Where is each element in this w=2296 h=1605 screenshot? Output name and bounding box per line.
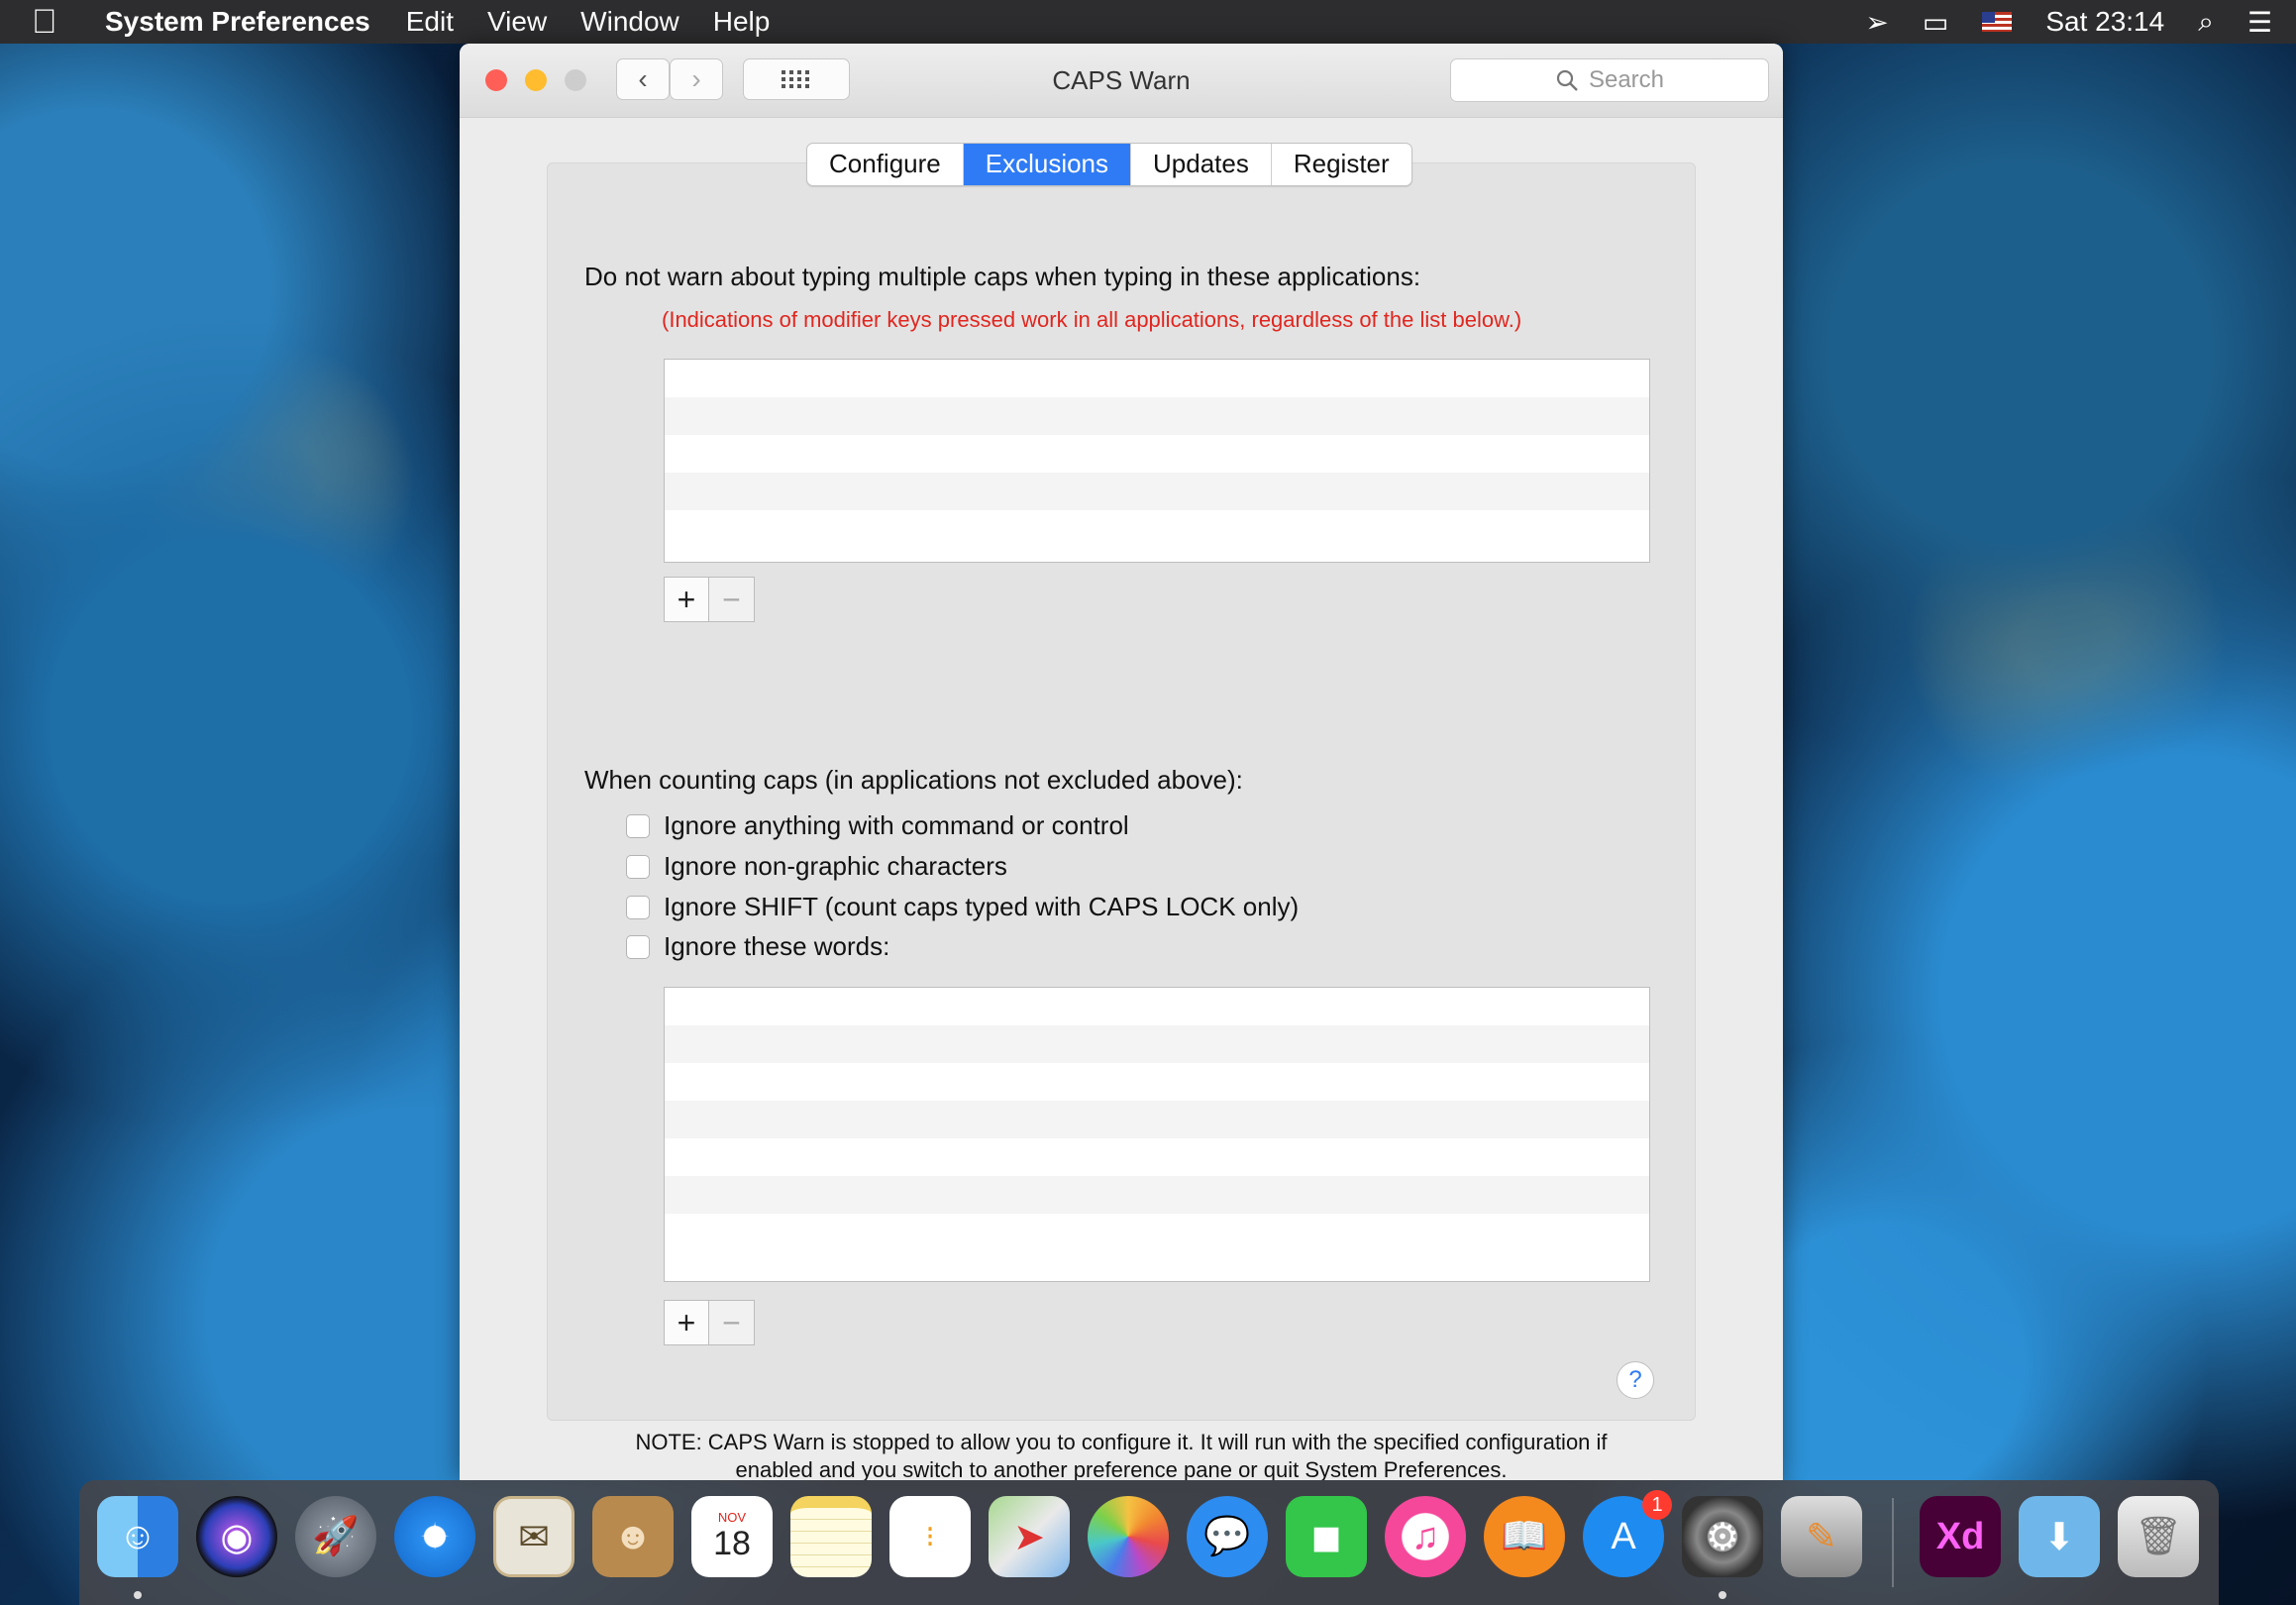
remove-app-button[interactable]: − <box>709 577 755 622</box>
messages-icon[interactable]: 💬 <box>1187 1496 1268 1577</box>
menu-window[interactable]: Window <box>580 6 679 38</box>
spotlight-search-icon[interactable]: ⌕ <box>2198 6 2214 39</box>
search-placeholder: Search <box>1588 66 1665 93</box>
add-word-button[interactable]: + <box>664 1300 709 1345</box>
excluded-apps-heading: Do not warn about typing multiple caps w… <box>584 262 1421 291</box>
tab-updates[interactable]: Updates <box>1131 144 1272 185</box>
reminders-icon[interactable]: ⁝ <box>889 1496 971 1577</box>
checkbox[interactable] <box>626 895 650 919</box>
photos-icon[interactable] <box>1088 1496 1169 1577</box>
maps-icon[interactable]: ➤ <box>989 1496 1070 1577</box>
checkbox[interactable] <box>626 813 650 838</box>
option-label: Ignore these words: <box>664 931 890 961</box>
pencil-ruler-icon[interactable]: ✎ <box>1781 1496 1862 1577</box>
forward-button[interactable]: › <box>670 58 723 100</box>
remove-word-button[interactable]: − <box>709 1300 755 1345</box>
chevron-left-icon: ‹ <box>638 63 648 94</box>
safari-compass-icon[interactable]: ✦ <box>394 1496 475 1577</box>
notification-center-icon[interactable]: ☰ <box>2247 6 2272 39</box>
add-app-button[interactable]: + <box>664 577 709 622</box>
calendar-day: 18 <box>713 1525 751 1562</box>
launchpad-rocket-icon[interactable]: 🚀 <box>295 1496 376 1577</box>
search-field[interactable]: Search <box>1450 58 1769 102</box>
modifier-note: (Indications of modifier keys pressed wo… <box>662 307 1522 332</box>
footer-note: NOTE: CAPS Warn is stopped to allow you … <box>559 1429 1684 1480</box>
contacts-icon[interactable]: ☻ <box>592 1496 674 1577</box>
close-window-button[interactable] <box>485 69 507 91</box>
apple-menu-icon[interactable]:  <box>32 3 83 42</box>
ibooks-icon[interactable]: 📖 <box>1484 1496 1565 1577</box>
option-label: Ignore anything with command or control <box>664 810 1129 840</box>
siri-icon[interactable]: ◉ <box>196 1496 277 1577</box>
adobe-xd-icon[interactable]: Xd <box>1920 1496 2001 1577</box>
counting-heading: When counting caps (in applications not … <box>584 765 1243 795</box>
calendar-icon[interactable]: NOV 18 <box>691 1496 773 1577</box>
calendar-month: NOV <box>717 1510 747 1525</box>
display-mirroring-icon[interactable]: ▭ <box>1923 6 1948 39</box>
mail-stamp-icon[interactable]: ✉ <box>493 1496 574 1577</box>
option-ignore-shift[interactable]: Ignore SHIFT (count caps typed with CAPS… <box>626 892 1299 922</box>
show-all-button[interactable] <box>743 58 850 100</box>
system-preferences-gear-icon[interactable]: ⚙ <box>1682 1496 1763 1577</box>
downloads-folder-icon[interactable]: ⬇ <box>2019 1496 2100 1577</box>
footer-line-1: NOTE: CAPS Warn is stopped to allow you … <box>635 1430 1608 1454</box>
app-store-badge: 1 <box>1642 1490 1672 1520</box>
menu-extras: ➢ ▭ Sat 23:14 ⌕ ☰ <box>1865 0 2272 44</box>
dock: ☺ ◉ 🚀 ✦ ✉ ☻ NOV 18 ⁝ ➤ 💬 ◼ ♫ 📖 A 1 ⚙ ✎ X… <box>79 1480 2219 1605</box>
input-source-flag-icon[interactable] <box>1982 12 2013 32</box>
help-button[interactable]: ? <box>1617 1361 1654 1399</box>
ignored-words-list[interactable] <box>664 987 1650 1282</box>
chevron-right-icon: › <box>691 63 701 94</box>
tab-bar: Configure Exclusions Updates Register <box>806 143 1412 186</box>
menu-help[interactable]: Help <box>713 6 771 38</box>
menu-app-name[interactable]: System Preferences <box>105 6 370 38</box>
menu-edit[interactable]: Edit <box>406 6 454 38</box>
menu-clock[interactable]: Sat 23:14 <box>2045 6 2164 38</box>
notes-icon[interactable] <box>790 1496 872 1577</box>
menu-bar:  System Preferences Edit View Window He… <box>0 0 2296 44</box>
paper-plane-icon[interactable]: ➢ <box>1865 6 1888 39</box>
option-ignore-words[interactable]: Ignore these words: <box>626 931 889 962</box>
itunes-icon[interactable]: ♫ <box>1385 1496 1466 1577</box>
excluded-apps-list[interactable] <box>664 359 1650 563</box>
search-icon <box>1556 69 1578 91</box>
preferences-window: ‹ › CAPS Warn Search Configure Exclusion… <box>460 44 1783 1480</box>
dock-separator <box>1892 1498 1894 1587</box>
words-add-remove: + − <box>664 1300 755 1345</box>
tab-configure[interactable]: Configure <box>807 144 964 185</box>
checkbox[interactable] <box>626 934 650 959</box>
option-label: Ignore SHIFT (count caps typed with CAPS… <box>664 892 1300 921</box>
option-label: Ignore non-graphic characters <box>664 851 1007 881</box>
facetime-icon[interactable]: ◼ <box>1286 1496 1367 1577</box>
back-button[interactable]: ‹ <box>616 58 670 100</box>
checkbox[interactable] <box>626 854 650 879</box>
grid-icon <box>782 70 809 88</box>
option-ignore-non-graphic[interactable]: Ignore non-graphic characters <box>626 851 1007 882</box>
menu-view[interactable]: View <box>487 6 547 38</box>
apps-add-remove: + − <box>664 577 755 622</box>
minimize-window-button[interactable] <box>525 69 547 91</box>
option-ignore-command-control[interactable]: Ignore anything with command or control <box>626 810 1129 841</box>
finder-icon[interactable]: ☺ <box>97 1496 178 1577</box>
title-bar: ‹ › CAPS Warn Search <box>460 44 1783 118</box>
trash-icon[interactable]: 🗑 <box>2118 1496 2199 1577</box>
tab-register[interactable]: Register <box>1272 144 1411 185</box>
tab-exclusions[interactable]: Exclusions <box>963 144 1132 185</box>
zoom-window-button <box>565 69 586 91</box>
footer-line-2: enabled and you switch to another prefer… <box>735 1457 1508 1480</box>
